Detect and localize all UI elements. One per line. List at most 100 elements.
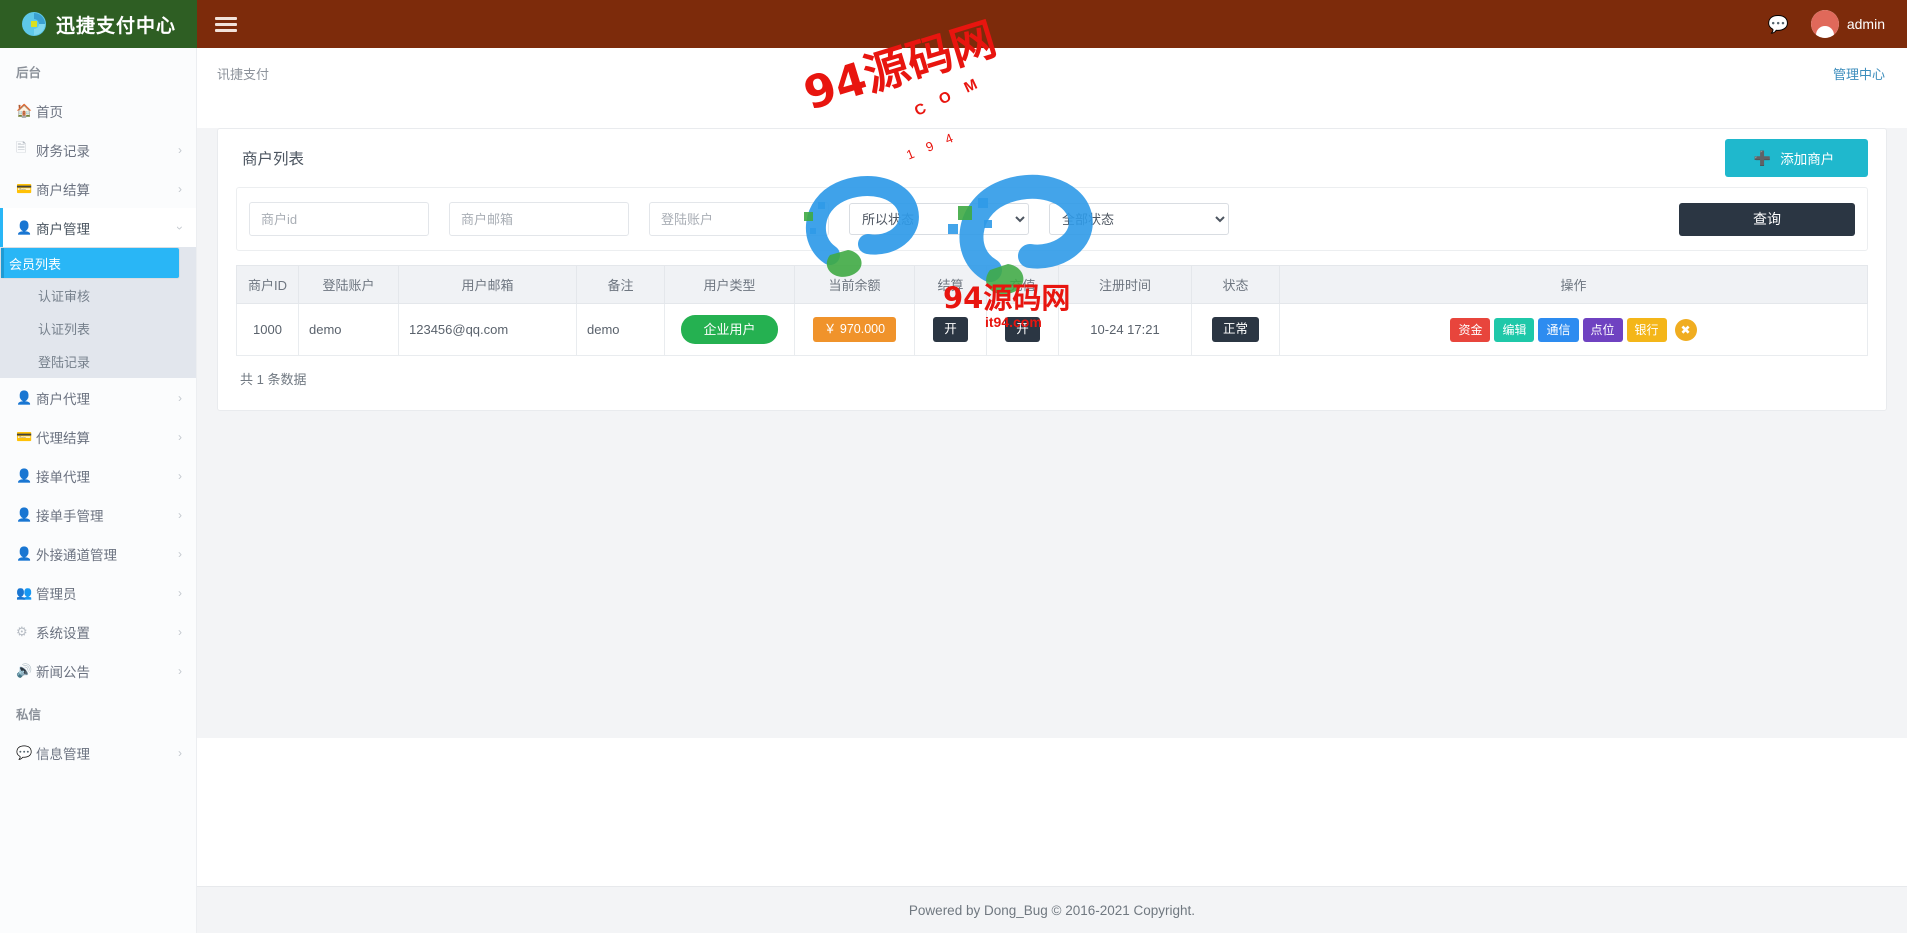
edit-button[interactable]: 编辑 bbox=[1494, 317, 1535, 342]
sidebar-item-label: 接单手管理 bbox=[36, 508, 104, 524]
avatar bbox=[1810, 10, 1839, 38]
sidebar-item-label: 管理员 bbox=[36, 586, 77, 602]
top-bar: 迅捷支付中心 💬 admin bbox=[0, 0, 1907, 48]
chevron-right-icon: › bbox=[178, 181, 182, 196]
logo-text: 迅捷支付中心 bbox=[55, 15, 176, 37]
col-recharge: 充值 bbox=[986, 265, 1059, 304]
sidebar-item-message-management[interactable]: 💬 信息管理 › bbox=[0, 733, 196, 772]
sidebar-section-backend: 后台 bbox=[16, 66, 42, 80]
user-menu[interactable]: admin bbox=[1810, 10, 1885, 38]
logo-area[interactable]: 迅捷支付中心 bbox=[0, 0, 197, 48]
footer: Powered by Dong_Bug © 2016-2021 Copyrigh… bbox=[197, 886, 1907, 933]
operation-buttons: 资金 编辑 通信 点位 银行 ✖ bbox=[1290, 317, 1857, 342]
col-operations: 操作 bbox=[1279, 265, 1868, 304]
col-user-type: 用户类型 bbox=[664, 265, 795, 304]
swirl-logo-icon bbox=[21, 11, 47, 37]
sidebar-section-private-message: 私信 bbox=[16, 708, 42, 722]
cell-operations: 资金 编辑 通信 点位 银行 ✖ bbox=[1279, 303, 1868, 356]
page-title: 商户列表 bbox=[242, 151, 305, 168]
sidebar-item-label: 商户代理 bbox=[36, 391, 90, 407]
chevron-right-icon: › bbox=[178, 663, 182, 678]
sidebar-item-merchant-management[interactable]: 👤 商户管理 › bbox=[0, 208, 196, 247]
status-select-1[interactable]: 所以状态 bbox=[849, 203, 1029, 235]
sidebar-item-label: 商户结算 bbox=[36, 182, 90, 198]
total-count-text: 共 1 条数据 bbox=[240, 372, 307, 387]
rate-button[interactable]: 点位 bbox=[1582, 317, 1623, 342]
col-status: 状态 bbox=[1191, 265, 1280, 304]
chevron-right-icon: › bbox=[178, 585, 182, 600]
cell-merchant-id: 1000 bbox=[236, 303, 299, 356]
close-circle-icon[interactable]: ✖ bbox=[1674, 318, 1697, 341]
cell-balance: ￥ 970.000 bbox=[794, 303, 915, 356]
col-settle: 结算 bbox=[914, 265, 987, 304]
cell-email: 123456@qq.com bbox=[398, 303, 577, 356]
top-bar-right: 💬 admin bbox=[1768, 10, 1885, 38]
bank-button[interactable]: 银行 bbox=[1626, 317, 1667, 342]
cell-remark: demo bbox=[576, 303, 665, 356]
sidebar-item-member-list[interactable]: 会员列表 bbox=[0, 247, 180, 279]
sidebar-item-order-agent[interactable]: 👤 接单代理 › bbox=[0, 456, 196, 495]
chevron-right-icon: › bbox=[178, 546, 182, 561]
table-head: 商户ID 登陆账户 用户邮箱 备注 用户类型 当前余额 结算 充值 注册时间 状… bbox=[236, 265, 1868, 304]
chevron-right-icon: › bbox=[178, 468, 182, 483]
col-email: 用户邮箱 bbox=[398, 265, 577, 304]
funds-button[interactable]: 资金 bbox=[1450, 317, 1491, 342]
settle-toggle-badge[interactable]: 开 bbox=[933, 317, 968, 342]
sidebar-item-label: 信息管理 bbox=[36, 746, 90, 762]
sidebar-item-finance-records[interactable]: 🗎 财务记录 › bbox=[0, 130, 196, 169]
cell-settle: 开 bbox=[914, 303, 987, 356]
gear-icon: ⚙ bbox=[16, 623, 28, 639]
recharge-toggle-badge[interactable]: 开 bbox=[1005, 317, 1040, 342]
chevron-right-icon: › bbox=[178, 624, 182, 639]
breadcrumb-management-center-link[interactable]: 管理中心 bbox=[1833, 64, 1885, 83]
query-button[interactable]: 查询 bbox=[1679, 202, 1855, 236]
sidebar-item-label: 财务记录 bbox=[36, 143, 90, 159]
sidebar-item-order-taker-management[interactable]: 👤 接单手管理 › bbox=[0, 495, 196, 534]
username-label: admin bbox=[1846, 16, 1885, 32]
chevron-right-icon: › bbox=[178, 429, 182, 444]
user-icon: 👤 bbox=[16, 467, 33, 483]
merchant-table: 商户ID 登陆账户 用户邮箱 备注 用户类型 当前余额 结算 充值 注册时间 状… bbox=[236, 265, 1868, 356]
breadcrumb: 讯捷支付 管理中心 bbox=[197, 48, 1907, 98]
sidebar-subitem-label: 登陆记录 bbox=[38, 355, 91, 370]
sidebar-item-label: 商户管理 bbox=[36, 221, 90, 237]
sidebar-item-home[interactable]: 🏠 首页 bbox=[0, 91, 196, 130]
sidebar-subitem-label: 会员列表 bbox=[9, 256, 62, 272]
sidebar-subitem-label: 认证审核 bbox=[38, 289, 91, 304]
user-type-badge: 企业用户 bbox=[681, 315, 778, 344]
search-filter-bar: 所以状态 全部状态 查询 bbox=[236, 187, 1868, 251]
message-icon: 💬 bbox=[16, 744, 33, 760]
sidebar-item-news-announcements[interactable]: 🔊 新闻公告 › bbox=[0, 651, 196, 690]
chat-bubble-icon[interactable]: 💬 bbox=[1768, 16, 1789, 33]
sidebar-item-external-channel-management[interactable]: 👤 外接通道管理 › bbox=[0, 534, 196, 573]
cell-user-type: 企业用户 bbox=[664, 303, 795, 356]
sidebar-item-merchant-agent[interactable]: 👤 商户代理 › bbox=[0, 378, 196, 417]
merchant-list-card: 商户列表 ➕ 添加商户 所以状态 全部状态 查询 bbox=[217, 128, 1887, 411]
col-login-account: 登陆账户 bbox=[298, 265, 399, 304]
user-icon: 👤 bbox=[16, 219, 33, 235]
sidebar-item-auth-list[interactable]: 认证列表 bbox=[0, 312, 196, 345]
col-merchant-id: 商户ID bbox=[236, 265, 299, 304]
sidebar-item-merchant-settlement[interactable]: 💳 商户结算 › bbox=[0, 169, 196, 208]
login-account-input[interactable] bbox=[649, 202, 829, 236]
user-icon: 👤 bbox=[16, 389, 33, 405]
merchant-id-input[interactable] bbox=[249, 202, 429, 236]
sidebar-item-administrators[interactable]: 👥 管理员 › bbox=[0, 573, 196, 612]
sidebar-item-auth-review[interactable]: 认证审核 bbox=[0, 279, 196, 312]
status-select-2[interactable]: 全部状态 bbox=[1049, 203, 1229, 235]
sidebar-item-agent-settlement[interactable]: 💳 代理结算 › bbox=[0, 417, 196, 456]
user-icon: 👤 bbox=[16, 506, 33, 522]
sidebar-item-label: 系统设置 bbox=[36, 625, 90, 641]
hamburger-icon[interactable] bbox=[215, 14, 237, 35]
sidebar: 后台 🏠 首页 🗎 财务记录 › 💳 商户结算 › 👤 商户管理 › 会员列表 … bbox=[0, 48, 197, 933]
add-merchant-button[interactable]: ➕ 添加商户 bbox=[1725, 139, 1868, 177]
cell-reg-time: 10-24 17:21 bbox=[1058, 303, 1192, 356]
main-content: 讯捷支付 管理中心 商户列表 ➕ 添加商户 所以状态 全部状态 bbox=[197, 48, 1907, 933]
sidebar-item-label: 新闻公告 bbox=[36, 664, 90, 680]
sidebar-item-system-settings[interactable]: ⚙ 系统设置 › bbox=[0, 612, 196, 651]
chevron-down-icon: › bbox=[173, 225, 187, 230]
communication-button[interactable]: 通信 bbox=[1538, 317, 1579, 342]
sidebar-item-login-records[interactable]: 登陆记录 bbox=[0, 345, 196, 378]
receipt-icon: 💳 bbox=[16, 180, 33, 196]
merchant-email-input[interactable] bbox=[449, 202, 629, 236]
